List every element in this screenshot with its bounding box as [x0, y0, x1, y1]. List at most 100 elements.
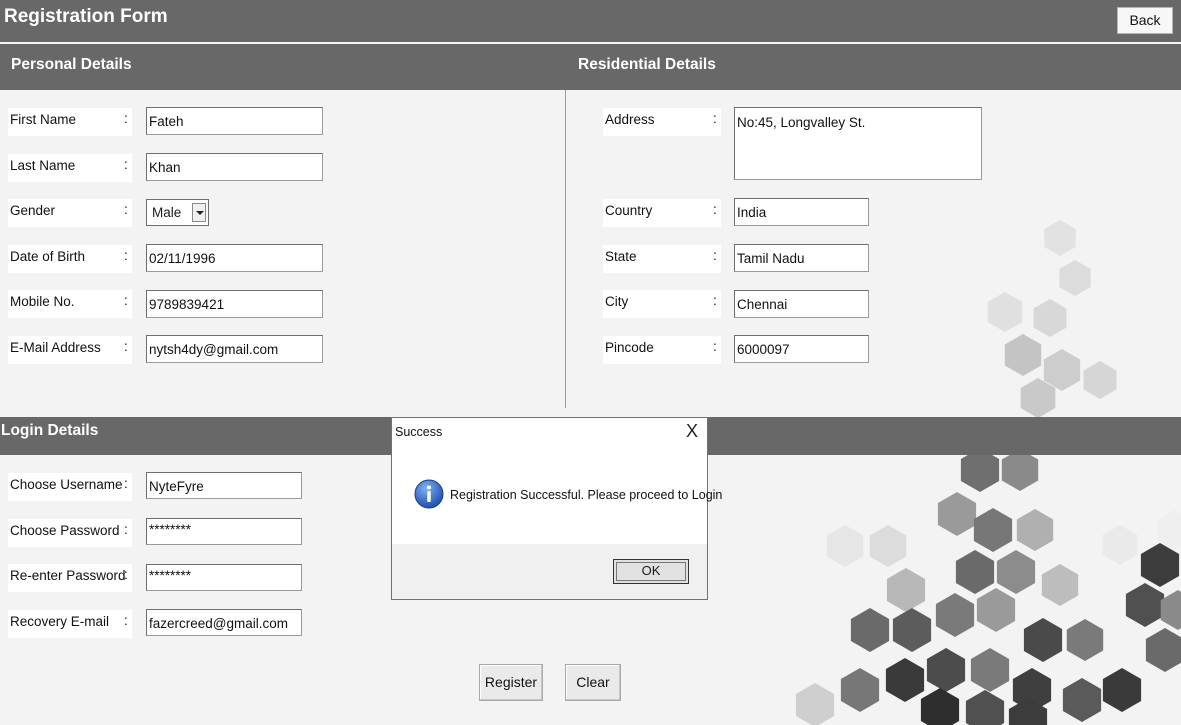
address-label: Address: [603, 108, 721, 136]
last-name-label: Last Name: [8, 154, 132, 182]
hexagon-shape: [1044, 220, 1076, 256]
city-field[interactable]: Chennai: [734, 290, 869, 318]
page-title: Registration Form: [4, 6, 168, 27]
state-field[interactable]: Tamil Nadu: [734, 244, 869, 272]
hexagon-shape: [1041, 564, 1079, 606]
hexagon-shape: [795, 683, 835, 725]
hexagon-shape: [1102, 668, 1142, 712]
colon: :: [713, 202, 717, 217]
pincode-field[interactable]: 6000097: [734, 335, 869, 363]
colon: :: [713, 111, 717, 126]
back-button[interactable]: Back: [1117, 7, 1173, 34]
reenter-password-field[interactable]: ********: [146, 564, 302, 591]
residential-details-heading: Residential Details: [578, 56, 716, 73]
country-field[interactable]: India: [734, 198, 869, 226]
email-field[interactable]: nytsh4dy@gmail.com: [146, 335, 323, 363]
clear-button[interactable]: Clear: [565, 664, 621, 701]
last-name-field[interactable]: Khan: [146, 153, 323, 181]
hexagon-shape: [973, 508, 1013, 552]
colon: :: [124, 522, 128, 537]
ok-button[interactable]: OK: [613, 559, 689, 584]
hexagon-shape: [885, 658, 925, 702]
reenter-password-label: Re-enter Password: [8, 564, 132, 592]
hexagon-shape: [1066, 619, 1104, 661]
country-label: Country: [603, 199, 721, 227]
hexagon-shape: [970, 648, 1010, 692]
colon: :: [124, 157, 128, 172]
hexagon-shape: [926, 648, 966, 692]
hexagon-shape: [920, 688, 960, 725]
close-icon[interactable]: X: [686, 422, 698, 440]
city-label: City: [603, 290, 721, 318]
date-of-birth-field[interactable]: 02/11/1996: [146, 244, 323, 272]
colon: :: [124, 293, 128, 308]
mobile-label: Mobile No.: [8, 290, 132, 318]
hexagon-shape: [996, 550, 1036, 594]
recovery-email-field[interactable]: fazercreed@gmail.com: [146, 609, 302, 636]
hexagon-shape: [1140, 543, 1180, 587]
gender-select[interactable]: Male: [146, 199, 209, 226]
first-name-label: First Name: [8, 108, 132, 136]
dialog-title: Success: [395, 425, 443, 439]
hexagon-shape: [987, 292, 1023, 332]
hexagon-shape: [1145, 628, 1181, 672]
mobile-field[interactable]: 9789839421: [146, 290, 323, 318]
state-label: State: [603, 245, 721, 273]
email-label: E-Mail Address: [8, 336, 132, 364]
section-header-bar: Personal Details Residential Details: [0, 44, 1181, 90]
password-label: Choose Password: [8, 519, 132, 547]
hexagon-shape: [935, 593, 975, 637]
hexagon-shape: [955, 550, 995, 594]
hexagon-shape: [1016, 509, 1054, 551]
hexagon-shape: [840, 668, 880, 712]
colon: :: [124, 476, 128, 491]
hexagon-shape: [1102, 525, 1138, 565]
pincode-label: Pincode: [603, 336, 721, 364]
colon: :: [713, 339, 717, 354]
hexagon-shape: [850, 608, 890, 652]
recovery-email-label: Recovery E-mail: [8, 610, 132, 638]
hexagon-shape: [826, 525, 864, 567]
colon: :: [713, 248, 717, 263]
hexagon-shape: [1004, 334, 1042, 376]
success-dialog: Success X Registration Successful. Pleas…: [391, 417, 722, 600]
hexagon-shape: [937, 492, 977, 536]
hexagon-shape: [976, 588, 1016, 632]
address-field[interactable]: No:45, Longvalley St.: [734, 107, 982, 180]
hexagon-shape: [1023, 618, 1063, 662]
login-details-heading: Login Details: [1, 422, 99, 439]
title-bar: Registration Form: [0, 0, 1181, 42]
column-divider: [565, 90, 566, 408]
register-button[interactable]: Register: [479, 664, 543, 701]
colon: :: [124, 111, 128, 126]
hexagon-shape: [1125, 583, 1165, 627]
colon: :: [124, 567, 128, 582]
hexagon-shape: [965, 690, 1005, 725]
dialog-message: Registration Successful. Please proceed …: [450, 488, 723, 502]
username-field[interactable]: NyteFyre: [146, 472, 302, 499]
hexagon-shape: [1001, 449, 1039, 491]
colon: :: [124, 613, 128, 628]
info-icon: [414, 479, 444, 509]
colon: :: [124, 248, 128, 263]
colon: :: [713, 293, 717, 308]
personal-details-heading: Personal Details: [11, 56, 132, 73]
hexagon-shape: [1083, 361, 1117, 399]
date-of-birth-label: Date of Birth: [8, 245, 132, 273]
hexagon-shape: [886, 568, 926, 612]
colon: :: [124, 339, 128, 354]
hexagon-shape: [1033, 299, 1067, 337]
colon: :: [124, 202, 128, 217]
hexagon-background-decoration: [795, 220, 1181, 725]
chevron-down-icon[interactable]: [192, 203, 206, 222]
gender-select-value: Male: [152, 205, 182, 220]
hexagon-shape: [869, 525, 907, 567]
hexagon-shape: [1059, 260, 1091, 296]
password-field[interactable]: ********: [146, 518, 302, 545]
username-label: Choose Username: [8, 473, 132, 501]
dialog-footer: OK: [392, 544, 707, 599]
hexagon-shape: [892, 608, 932, 652]
gender-label: Gender: [8, 199, 132, 227]
hexagon-shape: [1062, 678, 1102, 722]
first-name-field[interactable]: Fateh: [146, 107, 323, 135]
